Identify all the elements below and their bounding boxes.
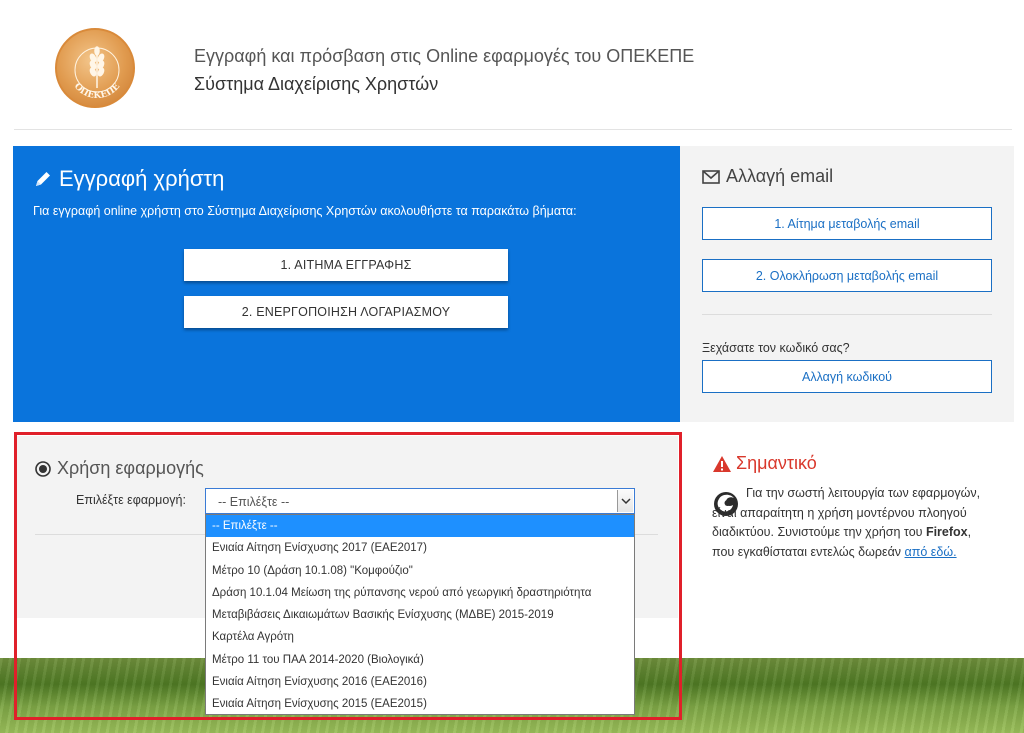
- warning-icon: [713, 455, 731, 472]
- email-change-request-button[interactable]: 1. Αίτημα μεταβολής email: [702, 207, 992, 240]
- email-panel-divider: [702, 314, 992, 315]
- dropdown-option[interactable]: Ενιαία Αίτηση Ενίσχυσης 2015 (ΕΑΕ2015): [206, 693, 634, 715]
- dropdown-option[interactable]: Καρτέλα Αγρότη: [206, 626, 634, 648]
- header-divider: [14, 129, 1012, 130]
- dropdown-option[interactable]: -- Επιλέξτε --: [206, 515, 634, 538]
- registration-heading: Εγγραφή χρήστη: [33, 166, 224, 192]
- firefox-download-link[interactable]: από εδώ.: [905, 545, 957, 559]
- account-activation-button[interactable]: 2. ΕΝΕΡΓΟΠΟΙΗΣΗ ΛΟΓΑΡΙΑΣΜΟΥ: [184, 296, 508, 328]
- registration-panel: Εγγραφή χρήστη Για εγγραφή online χρήστη…: [13, 146, 680, 422]
- chevron-down-icon[interactable]: [617, 490, 633, 512]
- registration-description: Για εγγραφή online χρήστη στο Σύστημα Δι…: [33, 204, 577, 218]
- dropdown-option[interactable]: Μεταβιβάσεις Δικαιωμάτων Βασικής Ενίσχυσ…: [206, 604, 634, 626]
- page-header: ΟΠΕΚΕΠΕ Εγγραφή και πρόσβαση στις Online…: [0, 0, 1024, 128]
- wheat-icon: ΟΠΕΚΕΠΕ: [72, 46, 122, 101]
- change-password-button[interactable]: Αλλαγή κωδικού: [702, 360, 992, 393]
- forgot-password-label: Ξεχάσατε τον κωδικό σας?: [702, 341, 850, 355]
- dropdown-option[interactable]: Ενιαία Αίτηση Ενίσχυσης 2016 (ΕΑΕ2016): [206, 671, 634, 693]
- important-heading: Σημαντικό: [712, 453, 817, 474]
- app-usage-title: Χρήση εφαρμογής: [57, 458, 204, 478]
- dropdown-option[interactable]: Μέτρο 10 (Δράση 10.1.08) "Κομφούζιο": [206, 560, 634, 582]
- application-dropdown-list[interactable]: -- Επιλέξτε -- Ενιαία Αίτηση Ενίσχυσης 2…: [205, 514, 635, 715]
- email-change-complete-button[interactable]: 2. Ολοκλήρωση μεταβολής email: [702, 259, 992, 292]
- dropdown-option[interactable]: Ενιαία Αίτηση Ενίσχυσης 2017 (ΕΑΕ2017): [206, 537, 634, 559]
- firefox-name: Firefox: [925, 525, 968, 539]
- important-title: Σημαντικό: [736, 453, 817, 473]
- pencil-icon: [36, 172, 50, 186]
- target-icon: [35, 460, 51, 477]
- page-title: Σύστημα Διαχείρισης Χρηστών: [194, 74, 439, 94]
- important-notice-text: Για την σωστή λειτουργία των εφαρμογών, …: [712, 484, 992, 562]
- application-select[interactable]: -- Επιλέξτε --: [205, 488, 635, 514]
- email-change-title: Αλλαγή email: [726, 166, 834, 186]
- registration-request-button[interactable]: 1. ΑΙΤΗΜΑ ΕΓΓΡΑΦΗΣ: [184, 249, 508, 281]
- header-subtitle: Εγγραφή και πρόσβαση στις Online εφαρμογ…: [194, 46, 695, 66]
- application-select-value: -- Επιλέξτε --: [218, 495, 290, 509]
- opekepe-logo: ΟΠΕΚΕΠΕ: [55, 28, 135, 108]
- registration-title: Εγγραφή χρήστη: [59, 166, 225, 191]
- select-app-label: Επιλέξτε εφαρμογή:: [76, 493, 186, 507]
- dropdown-option[interactable]: Μέτρο 11 του ΠΑΑ 2014-2020 (Βιολογικά): [206, 649, 634, 671]
- email-change-heading: Αλλαγή email: [702, 166, 833, 187]
- dropdown-option[interactable]: Δράση 10.1.04 Μείωση της ρύπανσης νερού …: [206, 582, 634, 604]
- envelope-icon: [702, 169, 720, 184]
- email-change-panel: Αλλαγή email 1. Αίτημα μεταβολής email 2…: [680, 146, 1014, 422]
- app-usage-heading: Χρήση εφαρμογής: [35, 458, 204, 479]
